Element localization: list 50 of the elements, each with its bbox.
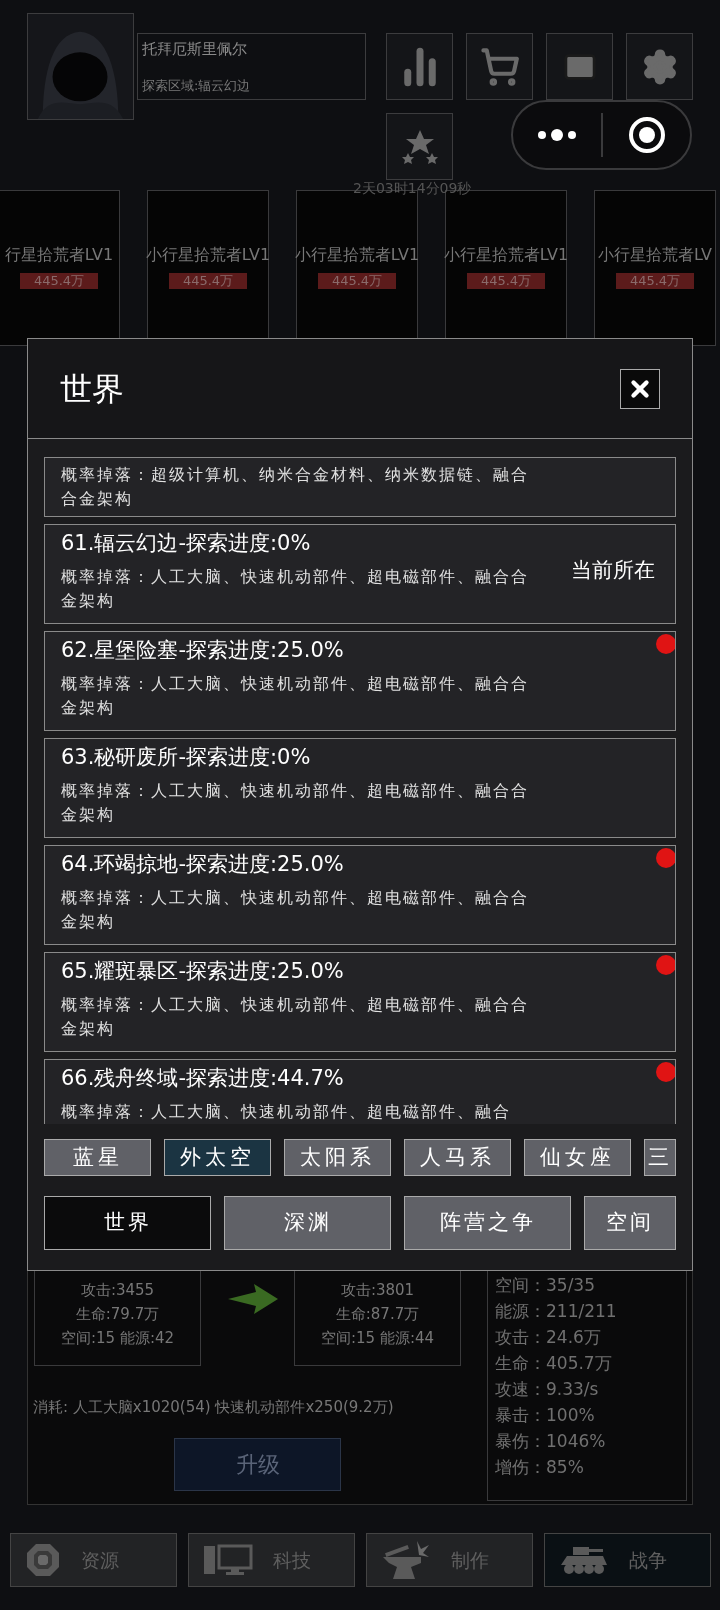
zone-title: 64.环竭掠地-探索进度:25.0% — [61, 851, 345, 878]
enemy-name: 行星拾荒者LV1 — [4, 244, 114, 266]
enemy-name: 小行星拾荒者LV — [597, 244, 713, 266]
player-name: 托拜厄斯里佩尔 — [142, 39, 248, 60]
stat-value: 405.7万 — [546, 1352, 612, 1375]
enemy-name: 小行星拾荒者LV1 — [145, 244, 271, 266]
stat-value: 211/211 — [546, 1300, 617, 1323]
zone-drops: 概率掉落：人工大脑、快速机动部件、超电磁部件、融合合金架构 — [61, 994, 530, 1040]
stat-label: 暴击： — [495, 1404, 546, 1427]
stat-line: 攻击:3455 — [80, 1279, 155, 1301]
enemy-value: 445.4万 — [19, 273, 99, 289]
enemy-name: 小行星拾荒者LV1 — [294, 244, 420, 266]
enemy-value: 445.4万 — [317, 273, 397, 289]
stat-value: 100% — [546, 1404, 595, 1427]
zone-title: 66.残舟终域-探索进度:44.7% — [61, 1065, 345, 1092]
enemy-name: 小行星拾荒者LV1 — [443, 244, 569, 266]
zone-drops: 概率掉落：人工大脑、快速机动部件、超电磁部件、融合 — [61, 1101, 512, 1123]
dialog-title: 世界 — [60, 368, 124, 410]
stat-line: 攻击:3801 — [340, 1279, 415, 1301]
stat-label: 能源： — [495, 1300, 546, 1323]
enemy-value: 445.4万 — [615, 273, 695, 289]
zone-title: 62.星堡险塞-探索进度:25.0% — [61, 637, 345, 664]
stat-value: 9.33/s — [546, 1378, 599, 1401]
zone-drops: 概率掉落：人工大脑、快速机动部件、超电磁部件、融合合金架构 — [61, 887, 530, 933]
stat-line: 生命:79.7万 — [75, 1303, 160, 1325]
stat-line: 生命:87.7万 — [335, 1303, 420, 1325]
stat-value: 1046% — [546, 1430, 606, 1453]
zone-title: 65.耀斑暴区-探索进度:25.0% — [61, 958, 345, 985]
zone-drops: 概率掉落：人工大脑、快速机动部件、超电磁部件、融合合金架构 — [61, 673, 530, 719]
stat-value: 85% — [546, 1456, 584, 1479]
stat-label: 生命： — [495, 1352, 546, 1375]
stat-label: 攻速： — [495, 1378, 546, 1401]
zone-drops: 概率掉落：人工大脑、快速机动部件、超电磁部件、融合合金架构 — [61, 780, 530, 826]
explore-area: 探索区域:辐云幻边 — [142, 75, 361, 95]
stat-value: 35/35 — [546, 1274, 595, 1297]
stat-value: 24.6万 — [546, 1326, 601, 1349]
zone-drops: 概率掉落：人工大脑、快速机动部件、超电磁部件、融合合金架构 — [61, 566, 530, 612]
cost-text: 消耗: 人工大脑x1020(54) 快速机动部件x250(9.2万) — [33, 1397, 394, 1418]
stat-label: 暴伤： — [495, 1430, 546, 1453]
zone-drops: 概率掉落：超级计算机、纳米合金材料、纳米数据链、融合合金架构 — [61, 464, 530, 510]
stat-line: 空间:15 能源:44 — [320, 1327, 435, 1349]
stat-label: 攻击： — [495, 1326, 546, 1349]
stat-label: 增伤： — [495, 1456, 546, 1479]
zone-title: 61.辐云幻边-探索进度:0% — [61, 530, 312, 557]
enemy-value: 445.4万 — [466, 273, 546, 289]
current-location: 当前所在 — [571, 557, 655, 584]
zone-title: 63.秘研废所-探索进度:0% — [61, 744, 312, 771]
stat-line: 空间:15 能源:42 — [60, 1327, 175, 1349]
stat-label: 空间： — [495, 1274, 546, 1297]
enemy-value: 445.4万 — [168, 273, 248, 289]
